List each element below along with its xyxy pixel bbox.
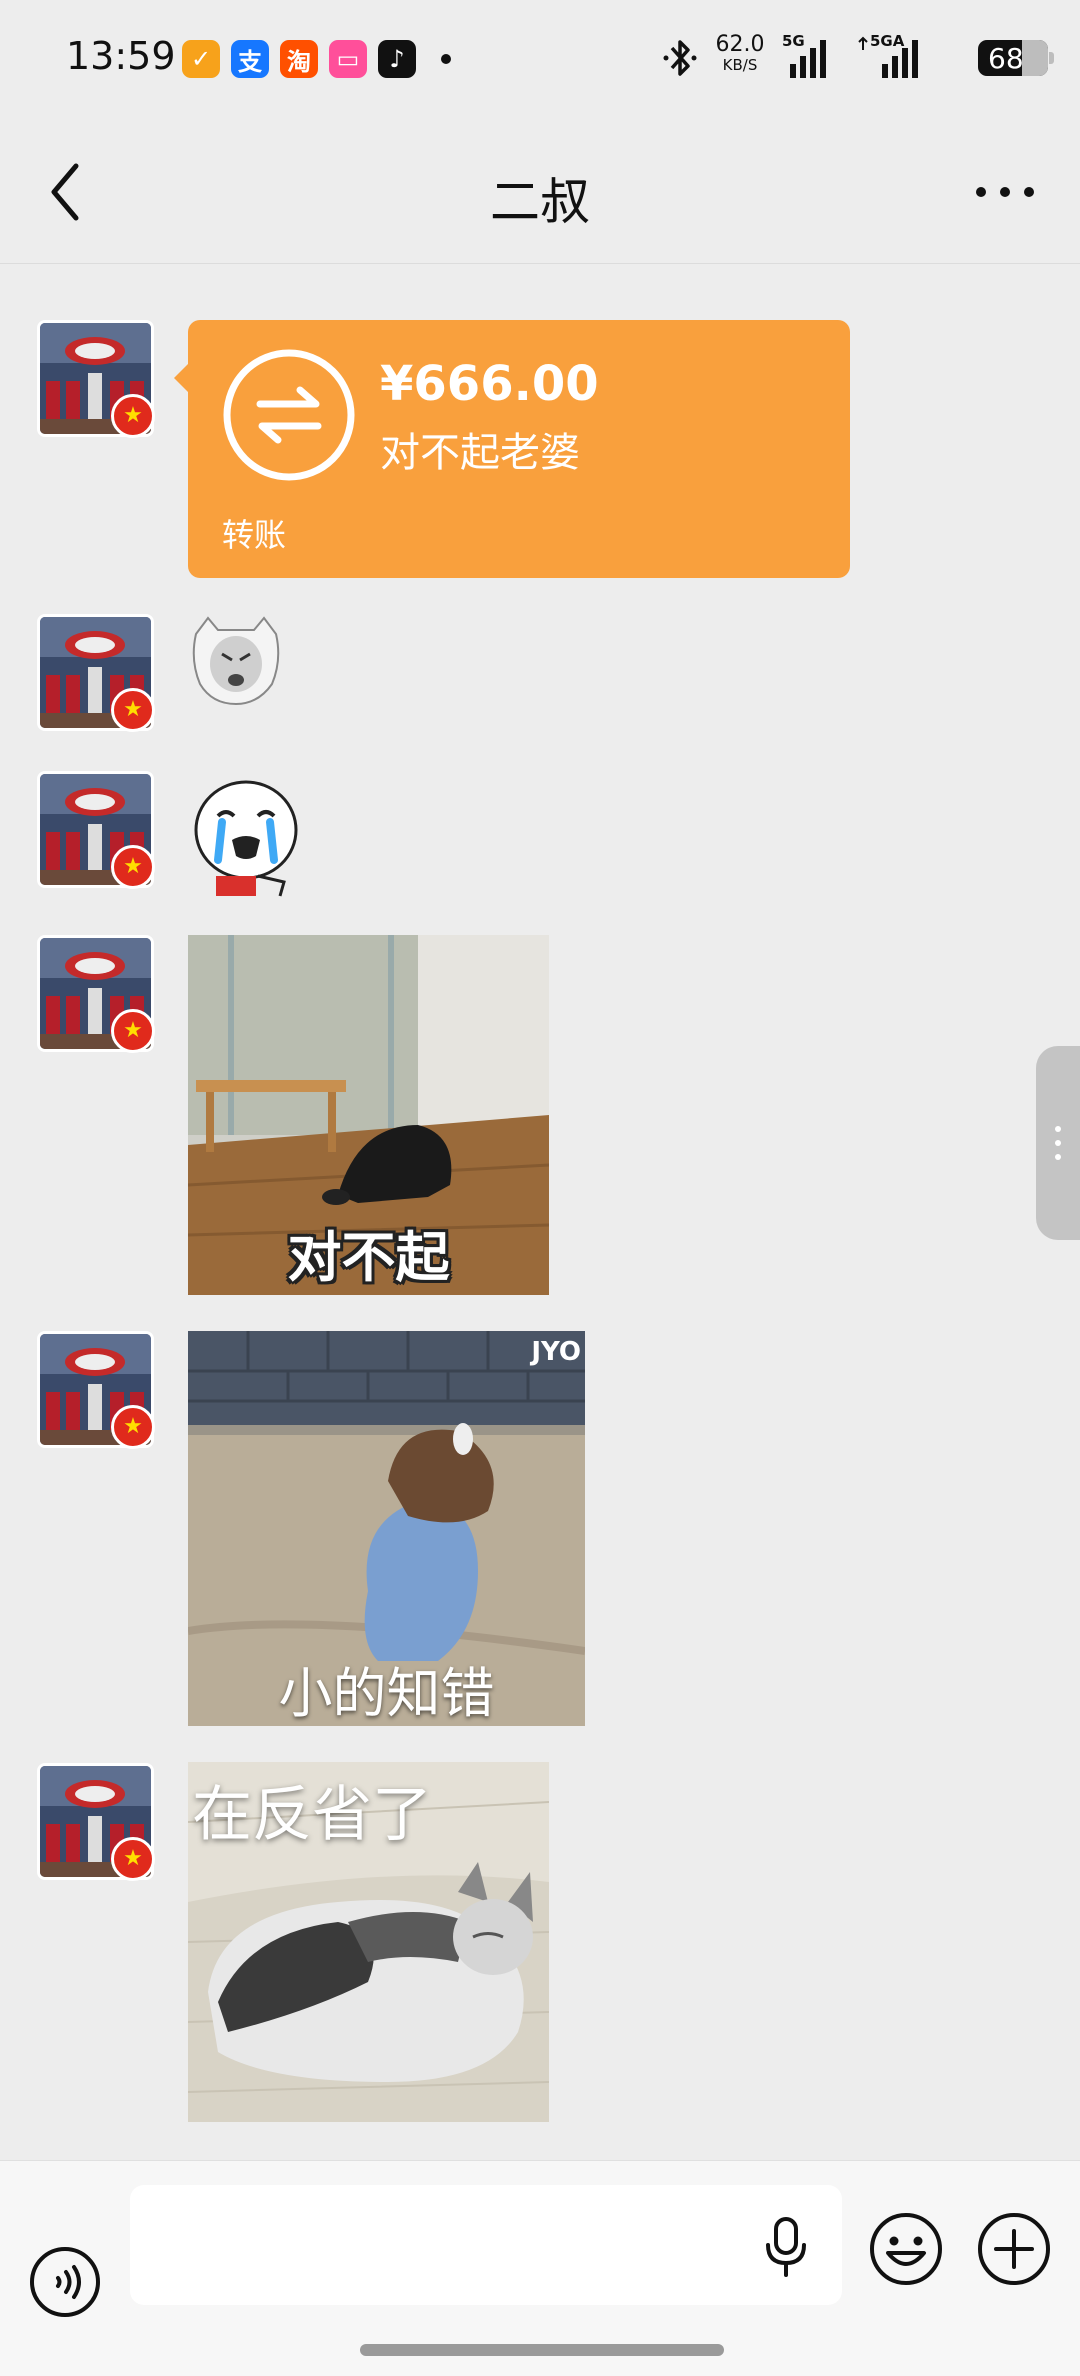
yellow-app-icon: ✓ [182,40,220,78]
avatar[interactable]: ★ [37,935,155,1053]
flag-badge-icon: ★ [111,688,155,732]
flag-badge-icon: ★ [111,845,155,889]
taobao-icon: 淘 [280,40,318,78]
kneeling-man-image[interactable]: 对不起 [188,935,549,1295]
image-watermark: JYO [531,1337,581,1367]
image-caption: 在反省了 [192,1780,432,1850]
signal-5ga-label: 5GA [870,32,905,50]
pink-app-icon: ▭ [329,40,367,78]
flag-badge-icon: ★ [111,394,155,438]
transfer-label: 转账 [222,516,287,554]
sulking-cat-image[interactable]: 在反省了 [188,1762,549,2122]
status-right-cluster: 62.0 KB/S 5G 5GA 68 [660,32,1080,82]
kneeling-dog-image[interactable]: JYO 小的知错 [188,1331,585,1726]
avatar[interactable]: ★ [37,771,155,889]
flag-badge-icon: ★ [111,1837,155,1881]
alipay-icon: 支 [231,40,269,78]
image-caption: 小的知错 [278,1662,495,1725]
notification-app-icons: ✓ 支 淘 ▭ ♪ [182,40,451,78]
crying-face-sticker[interactable] [188,614,284,706]
transfer-amount: ¥666.00 [380,356,599,412]
chat-title: 二叔 [490,173,590,231]
avatar[interactable]: ★ [37,320,155,438]
more-options-icon[interactable] [970,172,1040,212]
more-notifications-dot [441,54,451,64]
net-speed-value: 62.0 [715,32,765,57]
avatar[interactable]: ★ [37,1763,155,1881]
chat-header: 二叔 [0,120,1080,264]
transfer-card[interactable]: ¥666.00 对不起老婆 转账 [174,320,850,578]
net-speed-unit: KB/S [722,56,758,74]
home-indicator[interactable] [360,2344,724,2356]
signal-5g: 5G [782,32,834,86]
emoji-icon[interactable] [868,2211,944,2287]
avatar[interactable]: ★ [37,614,155,732]
flag-badge-icon: ★ [111,1009,155,1053]
microphone-icon[interactable] [762,2215,810,2279]
message-input[interactable] [130,2185,842,2305]
transfer-note: 对不起老婆 [380,430,580,476]
bluetooth-icon [663,40,697,76]
status-bar: 13:59 ✓ 支 淘 ▭ ♪ 62.0 KB/S 5G 5GA 68 [0,0,1080,120]
tiktok-icon: ♪ [378,40,416,78]
net-speed: 62.0 KB/S [710,34,770,73]
signal-5ga: 5GA [856,32,928,86]
side-panel-handle[interactable] [1036,1046,1080,1240]
battery-indicator: 68 [978,40,1054,76]
avatar[interactable]: ★ [37,1331,155,1449]
voice-mode-icon[interactable] [28,2245,102,2319]
add-more-icon[interactable] [976,2211,1052,2287]
flag-badge-icon: ★ [111,1405,155,1449]
image-caption: 对不起 [287,1226,450,1289]
signal-5g-label: 5G [782,32,805,50]
status-time: 13:59 [66,34,176,78]
crying-panda-sticker[interactable] [188,776,304,900]
battery-level: 68 [988,41,1024,75]
transfer-arrows-icon [223,349,355,481]
